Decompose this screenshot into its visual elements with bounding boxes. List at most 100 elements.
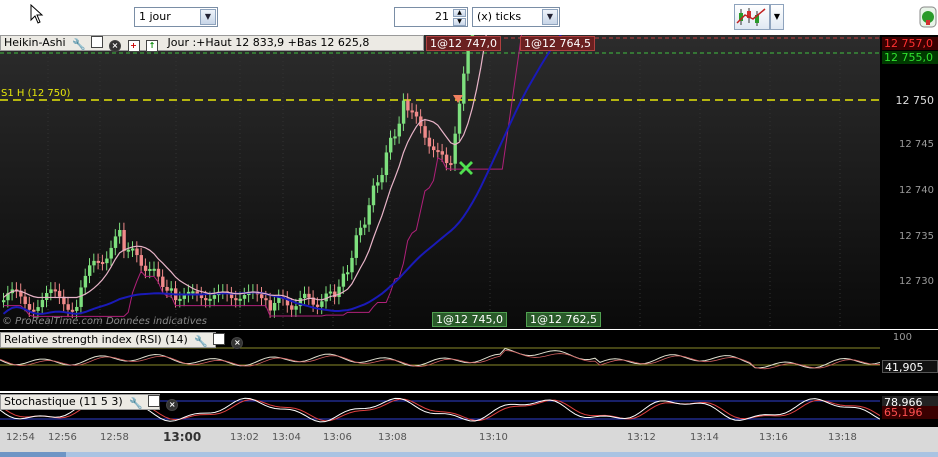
candle-body [79, 287, 83, 307]
wrench-icon[interactable]: 🔧 [72, 39, 86, 51]
time-label: 13:00 [163, 430, 202, 444]
time-label: 13:16 [759, 432, 788, 443]
candle-body [462, 73, 466, 104]
stochastic-d-value: 65,196 [882, 406, 938, 419]
time-label: 12:56 [48, 432, 77, 443]
order-tag-sell[interactable]: 1@12 764,5 [520, 36, 595, 51]
price-axis-label: 12 745 [899, 139, 934, 150]
chevron-down-icon[interactable]: ▼ [542, 9, 558, 25]
candle-body [139, 255, 143, 266]
candle-body [453, 133, 457, 164]
candle-body [92, 260, 96, 266]
candle-body [320, 301, 324, 307]
period-select-value: 1 jour [139, 10, 171, 23]
candle-body [204, 298, 208, 301]
candle-body [161, 276, 165, 287]
price-axis: 12 750 12 745 12 740 12 735 12 730 12 75… [880, 35, 938, 329]
candle-body [268, 300, 272, 311]
ticks-unit-select[interactable]: (x) ticks ▼ [472, 7, 560, 27]
rsi-axis-top: 100 [892, 332, 912, 343]
candle-body [358, 227, 363, 236]
s1-level-label: S1 H (12 750) [1, 88, 71, 99]
candle-body [397, 123, 401, 137]
window-icon[interactable] [90, 36, 103, 48]
period-select[interactable]: 1 jour ▼ [134, 7, 218, 27]
chart-style-label: Heikin-Ashi [4, 36, 66, 49]
candle-body [384, 152, 389, 176]
time-label: 13:18 [828, 432, 857, 443]
arrow-up-icon[interactable]: ↑ [146, 40, 159, 52]
stochastic-axis: 78,966 65,196 [880, 393, 938, 427]
chevron-down-icon[interactable]: ▼ [200, 9, 216, 25]
price-axis-label: 12 740 [899, 185, 934, 196]
ticks-count-stepper[interactable]: 21 ▲ ▼ [394, 7, 468, 27]
candle-body [131, 248, 135, 251]
candle-body [315, 304, 320, 307]
chevron-down-icon: ▼ [773, 12, 781, 21]
top-toolbar: 1 jour ▼ 21 ▲ ▼ (x) ticks ▼ ▼ [0, 0, 938, 35]
wrench-icon[interactable]: 🔧 [129, 398, 143, 410]
stochastic-panel[interactable]: 78,966 65,196 Stochastique (11 5 3) 🔧 × [0, 393, 938, 427]
candle-body [212, 295, 217, 299]
watermark: © ProRealTime.com Données indicatives [2, 316, 207, 327]
chart-type-button[interactable] [734, 4, 770, 30]
chart-type-dropdown[interactable]: ▼ [770, 4, 784, 30]
candle-body [376, 182, 380, 186]
rsi-value: 41,905 [882, 360, 938, 374]
candle-body [436, 150, 440, 153]
candle-body [156, 268, 161, 277]
candle-body [100, 262, 105, 265]
order-tag-buy[interactable]: 1@12 745,0 [432, 312, 507, 327]
candle-body [45, 293, 49, 301]
candle-body [178, 298, 182, 301]
time-label: 13:14 [690, 432, 719, 443]
candle-body [165, 286, 169, 291]
candle-body [414, 111, 419, 117]
candle-body [27, 304, 32, 310]
price-chart-panel[interactable]: 12 750 12 745 12 740 12 735 12 730 12 75… [0, 35, 938, 329]
candle-body [182, 295, 186, 299]
candle-body [2, 300, 6, 303]
candle-body [208, 298, 212, 301]
wrench-icon[interactable]: 🔧 [194, 336, 208, 348]
price-chart[interactable] [0, 35, 880, 329]
candle-body [23, 296, 27, 305]
status-tab[interactable] [0, 452, 66, 457]
rsi-axis: 100 41,905 [880, 330, 938, 391]
candle-body [83, 275, 88, 288]
stepper-down-icon[interactable]: ▼ [453, 18, 466, 26]
candle-body [346, 272, 350, 275]
order-tag-sell[interactable]: 1@12 747,0 [426, 36, 501, 51]
candle-body [290, 305, 294, 310]
add-indicator-icon[interactable]: + [127, 40, 140, 52]
rsi-panel-header: Relative strength index (RSI) (14) 🔧 × [0, 332, 244, 349]
candle-body [449, 163, 453, 166]
candle-body [126, 249, 131, 252]
candle-body [113, 236, 118, 248]
candle-body [234, 298, 238, 301]
window-icon[interactable] [147, 395, 160, 407]
candle-body [40, 300, 45, 308]
candle-body [272, 302, 277, 311]
candle-body [242, 295, 247, 299]
candle-body [148, 268, 152, 271]
candle-body [367, 205, 371, 225]
candle-body [350, 257, 354, 273]
ticks-count-value: 21 [435, 10, 449, 23]
app-icon[interactable] [918, 4, 938, 30]
chart-background [0, 35, 880, 329]
candle-body [341, 273, 346, 287]
order-tag-buy[interactable]: 1@12 762,5 [526, 312, 601, 327]
rsi-panel[interactable]: 100 41,905 Relative strength index (RSI)… [0, 330, 938, 391]
candle-body [371, 185, 376, 206]
window-icon[interactable] [212, 333, 225, 345]
candle-body [229, 294, 234, 299]
price-axis-label: 12 730 [899, 276, 934, 287]
candle-body [423, 126, 427, 138]
close-icon[interactable]: × [109, 40, 122, 52]
time-label: 12:54 [6, 432, 35, 443]
price-panel-header: Heikin-Ashi 🔧 × + ↑ Jour :+Haut 12 833,9… [0, 35, 424, 52]
time-label: 12:58 [100, 432, 129, 443]
stepper-up-icon[interactable]: ▲ [453, 9, 466, 17]
candle-body [118, 229, 122, 237]
